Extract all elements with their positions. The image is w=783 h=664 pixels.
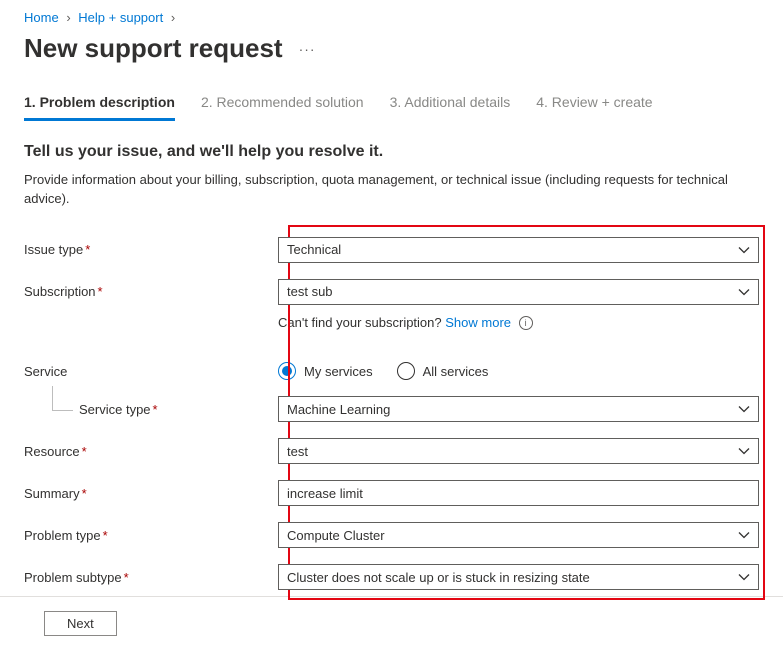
breadcrumb: Home › Help + support › — [0, 10, 783, 33]
subscription-helper: Can't find your subscription? Show more … — [278, 315, 759, 331]
chevron-down-icon — [738, 447, 750, 455]
subscription-select[interactable]: test sub — [278, 279, 759, 305]
label-resource: Resource* — [24, 444, 278, 459]
label-summary: Summary* — [24, 486, 278, 501]
label-issue-type: Issue type* — [24, 242, 278, 257]
chevron-down-icon — [738, 531, 750, 539]
label-service-type: Service type* — [24, 402, 278, 417]
page-title: New support request — [24, 33, 283, 64]
chevron-down-icon — [738, 405, 750, 413]
chevron-right-icon: › — [66, 10, 70, 25]
more-actions-button[interactable]: ··· — [299, 41, 316, 57]
chevron-right-icon: › — [171, 10, 175, 25]
radio-all-services[interactable]: All services — [397, 362, 489, 380]
service-type-select[interactable]: Machine Learning — [278, 396, 759, 422]
breadcrumb-help-support[interactable]: Help + support — [78, 10, 163, 25]
intro-heading: Tell us your issue, and we'll help you r… — [0, 143, 783, 161]
tab-review-create[interactable]: 4. Review + create — [536, 94, 652, 121]
tabs: 1. Problem description 2. Recommended so… — [0, 94, 783, 121]
problem-subtype-select[interactable]: Cluster does not scale up or is stuck in… — [278, 564, 759, 590]
label-problem-type: Problem type* — [24, 528, 278, 543]
radio-my-services[interactable]: My services — [278, 362, 373, 380]
tab-recommended-solution[interactable]: 2. Recommended solution — [201, 94, 364, 121]
next-button[interactable]: Next — [44, 611, 117, 636]
label-service: Service — [24, 364, 278, 379]
info-icon[interactable]: i — [519, 316, 533, 330]
chevron-down-icon — [738, 288, 750, 296]
show-more-link[interactable]: Show more — [445, 315, 511, 330]
label-problem-subtype: Problem subtype* — [24, 570, 278, 585]
issue-type-select[interactable]: Technical — [278, 237, 759, 263]
chevron-down-icon — [738, 573, 750, 581]
breadcrumb-home[interactable]: Home — [24, 10, 59, 25]
label-subscription: Subscription* — [24, 284, 278, 299]
tab-additional-details[interactable]: 3. Additional details — [390, 94, 511, 121]
problem-type-select[interactable]: Compute Cluster — [278, 522, 759, 548]
summary-input[interactable]: increase limit — [278, 480, 759, 506]
resource-select[interactable]: test — [278, 438, 759, 464]
intro-body: Provide information about your billing, … — [0, 171, 783, 209]
chevron-down-icon — [738, 246, 750, 254]
tab-problem-description[interactable]: 1. Problem description — [24, 94, 175, 121]
